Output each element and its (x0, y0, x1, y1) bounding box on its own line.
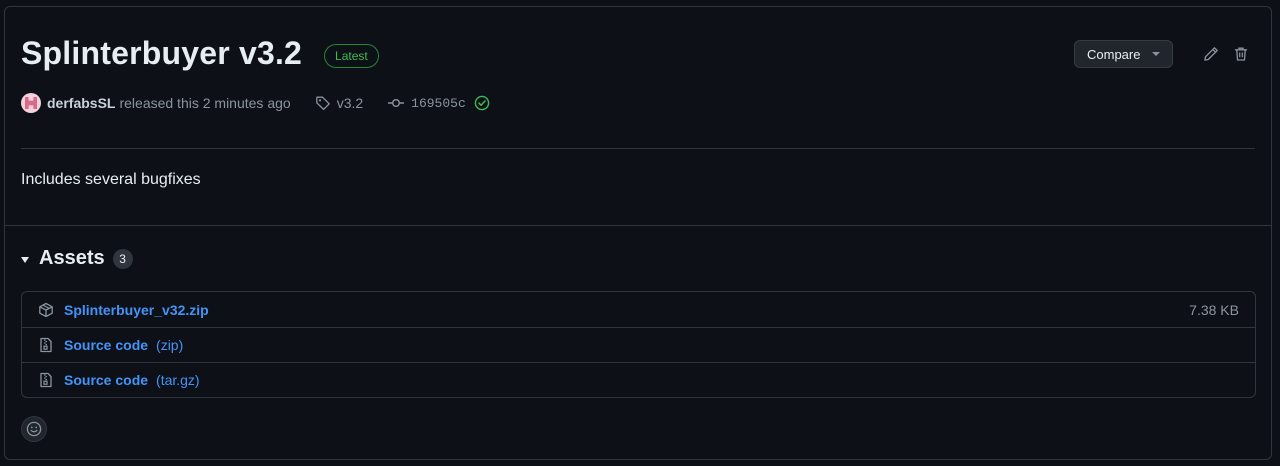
edit-button[interactable] (1199, 42, 1223, 66)
asset-size: 7.38 KB (1189, 301, 1239, 318)
release-description: Includes several bugfixes (21, 171, 201, 188)
asset-ext[interactable]: (tar.gz) (156, 372, 200, 388)
assets-list: Splinterbuyer_v32.zip 7.38 KB Source cod… (21, 291, 1256, 398)
asset-row: Source code (tar.gz) (22, 362, 1255, 397)
release-title[interactable]: Splinterbuyer v3.2 (21, 35, 302, 72)
triangle-down-icon (21, 256, 29, 263)
tag-link[interactable]: v3.2 (315, 95, 363, 111)
tag-icon (315, 96, 330, 111)
commit-link[interactable]: 169505c (387, 95, 490, 111)
tag-label: v3.2 (336, 95, 364, 111)
asset-link[interactable]: Source code (64, 372, 148, 388)
verified-check-icon[interactable] (474, 95, 490, 111)
package-icon (38, 302, 54, 318)
asset-row: Source code (zip) (22, 327, 1255, 362)
add-reaction-button[interactable] (21, 416, 47, 442)
body-divider (5, 225, 1271, 226)
header-actions: Compare (1074, 40, 1253, 68)
file-zip-icon (38, 337, 54, 353)
header-divider (21, 148, 1255, 149)
assets-count-badge: 3 (112, 248, 133, 269)
trash-icon (1234, 47, 1248, 61)
pencil-icon (1204, 47, 1218, 61)
file-zip-icon (38, 372, 54, 388)
author-link[interactable]: derfabsSL (47, 95, 115, 111)
assets-title: Assets (39, 247, 105, 269)
compare-button[interactable]: Compare (1074, 40, 1173, 68)
asset-ext[interactable]: (zip) (156, 337, 183, 353)
release-meta: derfabsSL released this 2 minutes ago v3… (21, 93, 490, 113)
compare-label: Compare (1087, 46, 1141, 62)
release-header: Splinterbuyer v3.2 Latest (21, 35, 379, 72)
asset-link[interactable]: Splinterbuyer_v32.zip (64, 302, 209, 318)
released-text: released this 2 minutes ago (119, 95, 291, 111)
caret-down-icon (1152, 52, 1160, 56)
commit-sha: 169505c (411, 95, 466, 111)
avatar[interactable] (21, 93, 41, 113)
delete-button[interactable] (1229, 42, 1253, 66)
latest-badge: Latest (324, 43, 379, 68)
commit-icon (388, 98, 405, 107)
assets-toggle[interactable]: Assets 3 (21, 247, 133, 270)
asset-row: Splinterbuyer_v32.zip 7.38 KB (22, 292, 1255, 327)
smiley-icon (26, 421, 42, 437)
asset-link[interactable]: Source code (64, 337, 148, 353)
release-card: Splinterbuyer v3.2 Latest Compare derfab… (4, 6, 1272, 460)
